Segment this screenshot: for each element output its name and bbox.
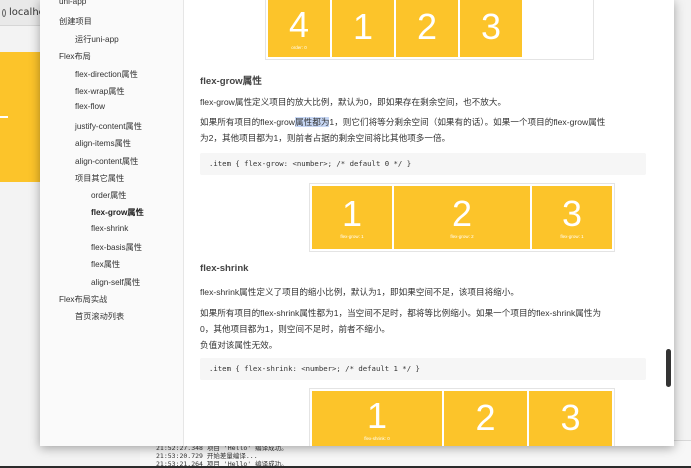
demo-box: 1 flex-shrink: 0 — [312, 391, 442, 446]
flex-shrink-detail: 如果所有项目的flex-shrink属性都为1，当空间不足时，都将等比例缩小。如… — [200, 305, 648, 353]
sidebar-item-flex-wrap[interactable]: flex-wrap属性 — [75, 85, 125, 97]
sidebar-item-flex-direction[interactable]: flex-direction属性 — [75, 68, 138, 80]
sidebar-item-uni-app[interactable]: uni-app — [59, 0, 86, 6]
sidebar-item-other-properties[interactable]: 项目其它属性 — [75, 172, 124, 184]
flex-shrink-demo: 1 flex-shrink: 0 2 3 — [309, 388, 615, 446]
demo-box-caption: order: 0 — [291, 44, 307, 50]
sidebar-item-flex-basis[interactable]: flex-basis属性 — [91, 241, 142, 253]
demo-box-number: 3 — [561, 193, 583, 234]
demo-box-number: 1 — [352, 6, 374, 47]
console-line: 21:53:21.264 项目 'Hello' 编译成功。 — [156, 460, 288, 468]
text-span: 如果所有项目的flex-grow — [200, 117, 296, 127]
text-span: 负值对该属性无效。 — [200, 340, 278, 350]
demo-box-caption: flex-grow: 1 — [340, 234, 364, 239]
sidebar-item-scroll-list[interactable]: 首页滚动列表 — [75, 310, 124, 322]
demo-box: 3 — [460, 0, 522, 57]
sidebar-item-run-uni-app[interactable]: 运行uni-app — [75, 33, 119, 45]
demo-box: 1 — [332, 0, 394, 57]
globe-icon — [2, 8, 7, 17]
sidebar-item-flex-layout[interactable]: Flex布局 — [59, 50, 91, 62]
demo-box-number: 3 — [480, 6, 502, 47]
demo-box-caption: flex-grow: 1 — [560, 234, 584, 239]
sidebar-item-create-project[interactable]: 创建项目 — [59, 15, 92, 27]
demo-box-caption: flex-grow: 2 — [450, 234, 474, 239]
demo-box: 4 order: 0 — [268, 0, 330, 57]
demo-box-number: 2 — [451, 193, 473, 234]
demo-box: 2 — [444, 391, 527, 446]
demo-box-number: 2 — [416, 6, 438, 47]
section-heading-flex-shrink: flex-shrink — [200, 263, 249, 274]
flex-shrink-description: flex-shrink属性定义了项目的缩小比例，默认为1，即如果空间不足，该项目… — [200, 287, 519, 297]
code-block-flex-grow: .item { flex-grow: <number>; /* default … — [200, 153, 646, 175]
main-content: 4 order: 0 1 2 3 flex-grow属性 flex-grow属性… — [184, 0, 660, 446]
preview-dash — [0, 116, 8, 118]
demo-box-number: 1 — [366, 394, 388, 436]
demo-box-number: 2 — [475, 397, 496, 438]
order-demo: 4 order: 0 1 2 3 — [265, 0, 594, 60]
sidebar-item-flex-shrink[interactable]: flex-shrink — [91, 224, 128, 233]
sidebar-item-align-items[interactable]: align-items属性 — [75, 137, 131, 149]
background-preview — [0, 52, 40, 182]
scrollbar-thumb[interactable] — [666, 349, 671, 387]
text-span: 为2，其他项目都为1，则前者占据的剩余空间将比其他项多一倍。 — [200, 133, 451, 143]
sidebar-item-align-content[interactable]: align-content属性 — [75, 155, 138, 167]
demo-box-number: 1 — [341, 193, 363, 234]
demo-box-number: 4 — [288, 3, 310, 45]
flex-grow-description: flex-grow属性定义项目的放大比例，默认为0，即如果存在剩余空间，也不放大… — [200, 97, 507, 107]
scrollbar[interactable] — [662, 0, 674, 446]
section-heading-flex-grow: flex-grow属性 — [200, 76, 262, 87]
flex-grow-detail: 如果所有项目的flex-grow属性都为1，则它们将等分剩余空间（如果有的话）。… — [200, 114, 648, 146]
demo-box: 1 flex-grow: 1 — [312, 186, 392, 249]
sidebar-item-flex-grow[interactable]: flex-grow属性 — [91, 206, 144, 218]
text-span: 如果所有项目的flex-shrink属性都为1，当空间不足时，都将等比例缩小。如… — [200, 308, 602, 318]
text-span: 0，其他项目都为1，则空间不足时，前者不缩小。 — [200, 324, 391, 334]
demo-box-caption: flex-shrink: 0 — [364, 435, 390, 441]
code-block-flex-shrink: .item { flex-shrink: <number>; /* defaul… — [200, 358, 646, 380]
sidebar-item-justify-content[interactable]: justify-content属性 — [75, 120, 142, 132]
sidebar-item-flex-practice[interactable]: Flex布局实战 — [59, 293, 107, 305]
console-line: 21:53:20.729 开始差量编译... — [156, 452, 258, 460]
demo-box-number: 3 — [560, 397, 581, 438]
docs-window: uni-app 创建项目 运行uni-app Flex布局 flex-direc… — [40, 0, 674, 446]
flex-grow-demo: 1 flex-grow: 1 2 flex-grow: 2 3 flex-gro… — [309, 183, 615, 252]
demo-box: 2 flex-grow: 2 — [394, 186, 530, 249]
sidebar-item-flex[interactable]: flex属性 — [91, 258, 120, 270]
selected-text: 属性都为 — [295, 117, 330, 127]
demo-box: 3 — [529, 391, 612, 446]
demo-box: 3 flex-grow: 1 — [532, 186, 612, 249]
demo-box: 2 — [396, 0, 458, 57]
sidebar-item-flex-flow[interactable]: flex-flow — [75, 102, 105, 111]
sidebar-item-order[interactable]: order属性 — [91, 189, 127, 201]
text-span: 1，则它们将等分剩余空间（如果有的话）。如果一个项目的flex-grow属性 — [329, 117, 606, 127]
sidebar-item-align-self[interactable]: align-self属性 — [91, 276, 140, 288]
sidebar: uni-app 创建项目 运行uni-app Flex布局 flex-direc… — [40, 0, 184, 446]
